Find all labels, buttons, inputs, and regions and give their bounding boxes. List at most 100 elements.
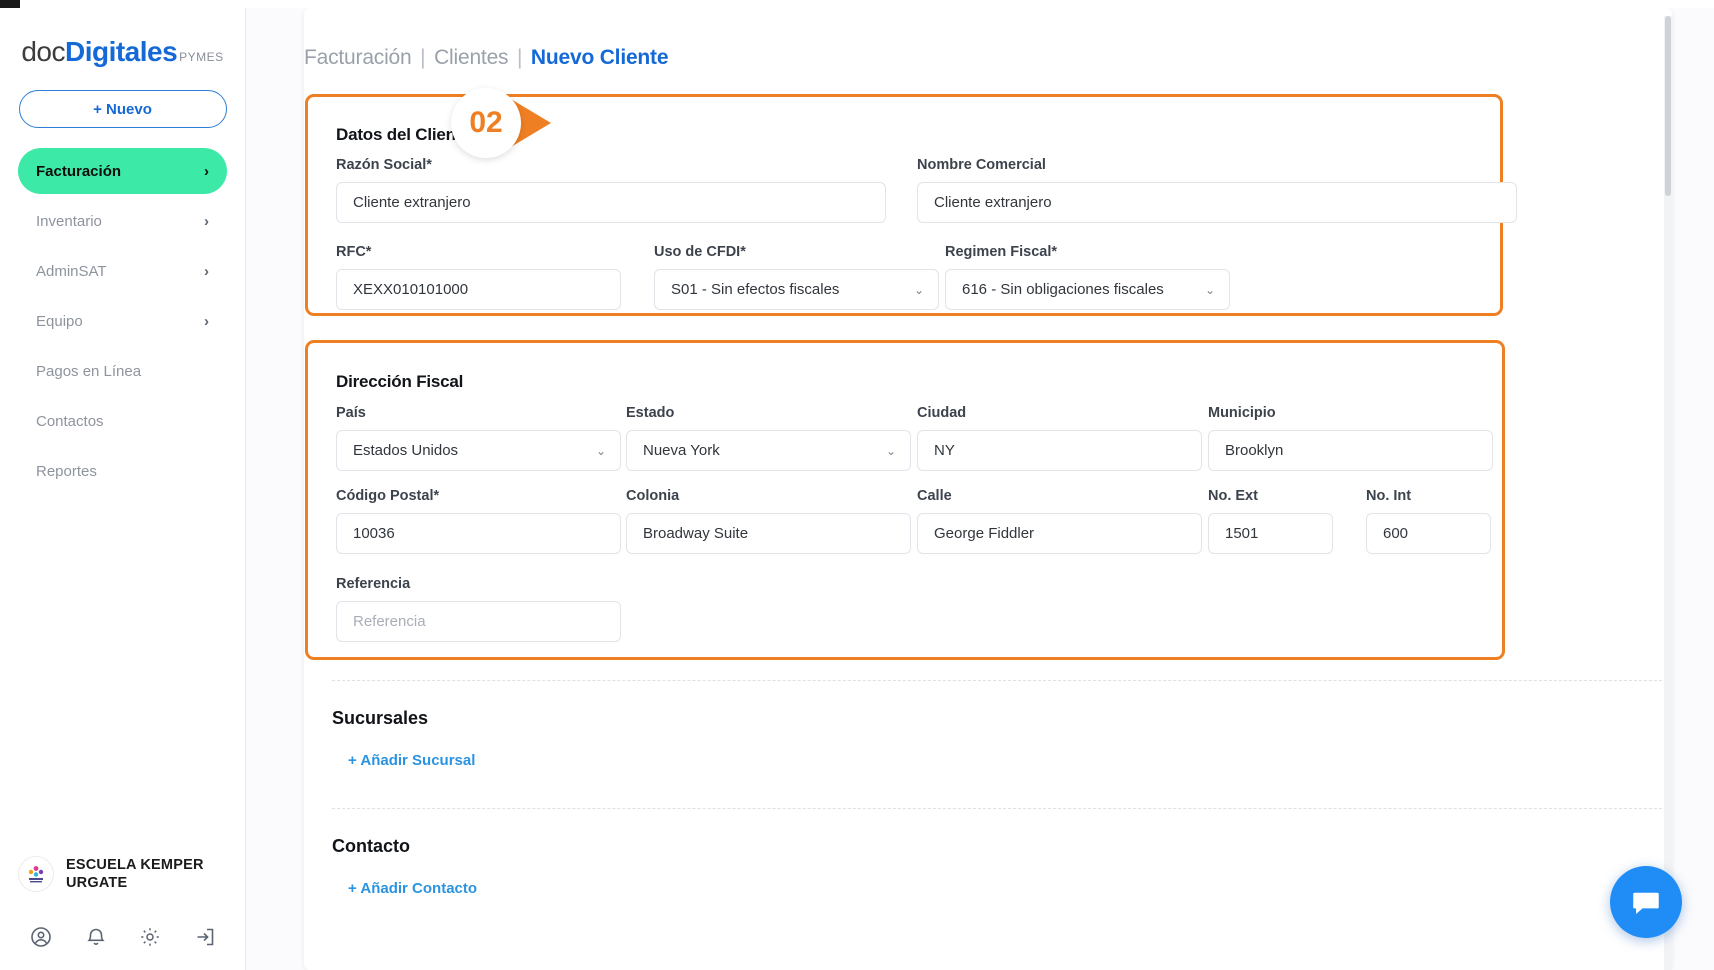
add-sucursal-link[interactable]: + Añadir Sucursal [348,752,475,769]
new-button[interactable]: + Nuevo [18,90,227,128]
select-uso-cfdi-value: S01 - Sin efectos fiscales [671,281,840,298]
select-pais[interactable]: Estados Unidos ⌄ [336,430,621,471]
divider-sucursales-top [332,680,1672,681]
chevron-down-icon: ⌄ [885,443,896,458]
label-no-int: No. Int [1366,488,1412,504]
account-circle-icon[interactable] [28,924,54,950]
chevron-down-icon: ⌄ [1204,282,1215,297]
sidebar-item-label: Facturación [36,162,122,180]
logout-icon[interactable] [192,924,218,950]
label-colonia: Colonia [626,488,680,504]
field-razon-social: Razón Social* Cliente extranjero [336,157,886,223]
gear-icon[interactable] [137,924,163,950]
label-pais: País [336,405,366,421]
breadcrumb-current-nuevo-cliente: Nuevo Cliente [530,46,669,69]
field-nombre-comercial: Nombre Comercial Cliente extranjero [917,157,1517,223]
input-rfc[interactable]: XEXX010101000 [336,269,621,310]
app-logo[interactable]: doc Digitales PYMES [0,36,245,68]
field-calle: Calle George Fiddler [917,488,1202,554]
step-badge-02: 02 [451,88,569,158]
top-left-marker [0,0,20,8]
field-no-ext: No. Ext 1501 [1208,488,1333,554]
scrollbar-thumb[interactable] [1665,16,1671,196]
field-no-int: No. Int 600 [1366,488,1491,554]
add-contacto-link[interactable]: + Añadir Contacto [348,880,477,897]
sidebar-item-facturacion[interactable]: Facturación › [18,148,227,194]
field-referencia: Referencia Referencia [336,576,621,642]
select-uso-cfdi[interactable]: S01 - Sin efectos fiscales ⌄ [654,269,939,310]
input-razon-social[interactable]: Cliente extranjero [336,182,886,223]
input-codigo-postal[interactable]: 10036 [336,513,621,554]
label-regimen-fiscal: Regimen Fiscal* [945,244,1058,260]
sidebar-item-label: Pagos en Línea [36,362,142,380]
avatar [18,855,54,892]
sidebar-item-reportes[interactable]: Reportes [18,448,227,494]
sidebar-item-label: Inventario [36,212,102,230]
field-regimen-fiscal: Regimen Fiscal* 616 - Sin obligaciones f… [945,244,1230,310]
section-title-direccion-fiscal: Dirección Fiscal [336,372,464,391]
sidebar-item-contactos[interactable]: Contactos [18,398,227,444]
sidebar-item-equipo[interactable]: Equipo › [18,298,227,344]
chevron-down-icon: ⌄ [913,282,924,297]
select-regimen-fiscal[interactable]: 616 - Sin obligaciones fiscales ⌄ [945,269,1230,310]
sidebar-item-inventario[interactable]: Inventario › [18,198,227,244]
input-colonia[interactable]: Broadway Suite [626,513,911,554]
chevron-right-icon: › [204,162,209,180]
top-strip [0,0,1714,8]
sidebar-item-label: AdminSAT [36,262,107,280]
sidebar-item-pagos-en-linea[interactable]: Pagos en Línea [18,348,227,394]
input-municipio[interactable]: Brooklyn [1208,430,1493,471]
input-no-ext[interactable]: 1501 [1208,513,1333,554]
input-nombre-comercial[interactable]: Cliente extranjero [917,182,1517,223]
logo-text-doc: doc [21,36,65,67]
vertical-scrollbar[interactable] [1664,16,1672,970]
sidebar-item-label: Equipo [36,312,83,330]
select-estado[interactable]: Nueva York ⌄ [626,430,911,471]
app-root: doc Digitales PYMES + Nuevo Facturación › … [0,0,1714,970]
field-uso-cfdi: Uso de CFDI* S01 - Sin efectos fiscales … [654,244,939,310]
select-estado-value: Nueva York [643,442,720,459]
label-municipio: Municipio [1208,405,1276,421]
sidebar-item-label: Reportes [36,462,97,480]
chat-bubble-icon [1633,892,1659,915]
bell-icon[interactable] [83,924,109,950]
field-colonia: Colonia Broadway Suite [626,488,911,554]
breadcrumb-item-facturacion[interactable]: Facturación [304,46,412,69]
chevron-right-icon: › [204,262,209,280]
select-regimen-fiscal-value: 616 - Sin obligaciones fiscales [962,281,1164,298]
section-title-sucursales: Sucursales [332,708,429,728]
label-referencia: Referencia [336,576,411,592]
sidebar-footer-icons [0,924,246,950]
sidebar-item-label: Contactos [36,412,104,430]
input-no-int[interactable]: 600 [1366,513,1491,554]
section-title-contacto: Contacto [332,836,410,856]
divider-contacto-top [332,808,1672,809]
user-block[interactable]: ESCUELA KEMPER URGATE [0,855,246,892]
label-calle: Calle [917,488,952,504]
sidebar-item-adminsat[interactable]: AdminSAT › [18,248,227,294]
field-rfc: RFC* XEXX010101000 [336,244,621,310]
label-rfc: RFC* [336,244,372,260]
label-uso-cfdi: Uso de CFDI* [654,244,746,260]
input-ciudad[interactable]: NY [917,430,1202,471]
step-badge-number: 02 [451,88,521,158]
new-button-label: + Nuevo [93,100,152,118]
breadcrumb: Facturación | Clientes | Nuevo Cliente [304,46,669,70]
main-area: Facturación | Clientes | Nuevo Cliente D… [246,0,1714,970]
logo-text-pymes: PYMES [179,50,224,64]
chat-button[interactable] [1610,866,1682,938]
breadcrumb-separator: | [517,46,523,69]
chevron-down-icon: ⌄ [595,443,606,458]
select-pais-value: Estados Unidos [353,442,459,459]
breadcrumb-item-clientes[interactable]: Clientes [434,46,508,69]
kemper-urgate-logo-icon [28,865,44,883]
breadcrumb-separator: | [420,46,426,69]
field-estado: Estado Nueva York ⌄ [626,405,911,471]
field-pais: País Estados Unidos ⌄ [336,405,621,471]
field-ciudad: Ciudad NY [917,405,1202,471]
label-ciudad: Ciudad [917,405,967,421]
input-referencia[interactable]: Referencia [336,601,621,642]
user-name: ESCUELA KEMPER URGATE [66,856,204,891]
direccion-fiscal-section: Dirección Fiscal País Estados Unidos ⌄ E… [305,340,1505,660]
input-calle[interactable]: George Fiddler [917,513,1202,554]
